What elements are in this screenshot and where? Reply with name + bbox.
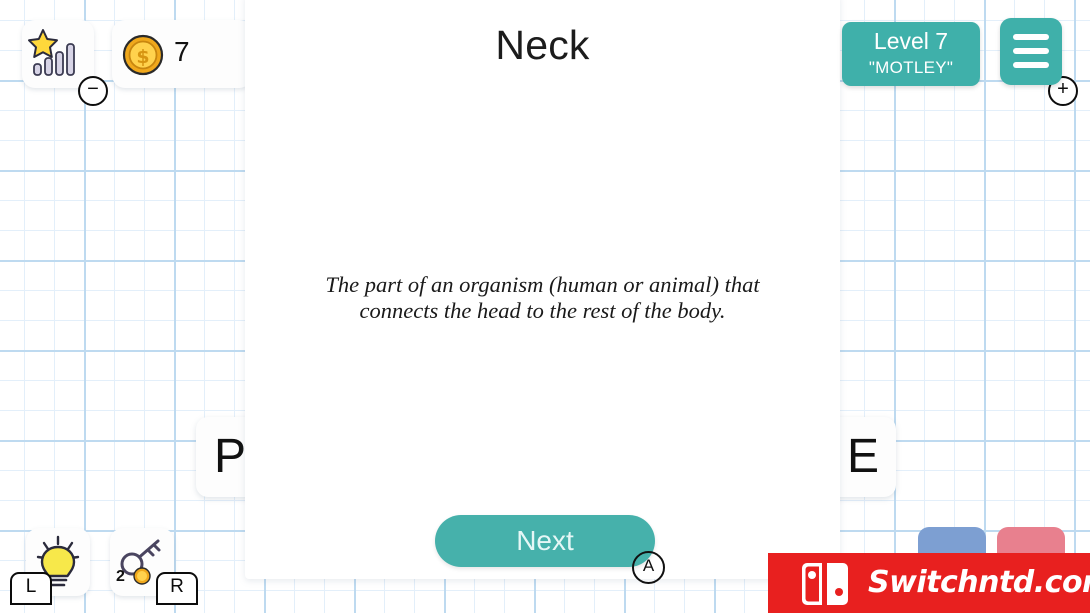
level-number: Level 7 xyxy=(873,28,949,54)
definition-card: Neck The part of an organism (human or a… xyxy=(245,0,840,579)
page-title: Neck xyxy=(495,22,590,68)
svg-text:$: $ xyxy=(136,46,149,68)
definition-text: The part of an organism (human or animal… xyxy=(325,272,760,323)
hamburger-line-1 xyxy=(1013,34,1049,40)
difficulty-decrease-button[interactable]: − xyxy=(78,76,108,106)
gold-coin-icon: $ xyxy=(122,34,164,76)
game-screen: − $ 7 Level 7 "MOTLEY" + P E Neck The pa… xyxy=(0,0,1090,613)
level-word: "MOTLEY" xyxy=(868,58,954,77)
hamburger-line-2 xyxy=(1013,48,1049,54)
next-button[interactable]: Next xyxy=(435,515,655,567)
hamburger-line-3 xyxy=(1013,62,1049,68)
difficulty-chip[interactable] xyxy=(22,20,94,88)
shoulder-button-r[interactable]: R xyxy=(156,572,198,605)
shoulder-button-l[interactable]: L xyxy=(10,572,52,605)
coin-chip: $ 7 xyxy=(112,20,252,88)
star-signal-bars-icon xyxy=(28,29,75,76)
coin-count: 7 xyxy=(174,36,190,67)
watermark-banner: Switchntd.com xyxy=(768,553,1090,613)
level-badge: Level 7 "MOTLEY" xyxy=(842,22,980,86)
nintendo-switch-logo xyxy=(802,563,848,605)
gold-coin-icon xyxy=(133,567,151,585)
key-cost-label: 2 xyxy=(116,568,125,585)
a-button-prompt: A xyxy=(632,551,665,584)
watermark-text: Switchntd.com xyxy=(868,565,1090,600)
hamburger-menu-button[interactable] xyxy=(1000,18,1062,85)
